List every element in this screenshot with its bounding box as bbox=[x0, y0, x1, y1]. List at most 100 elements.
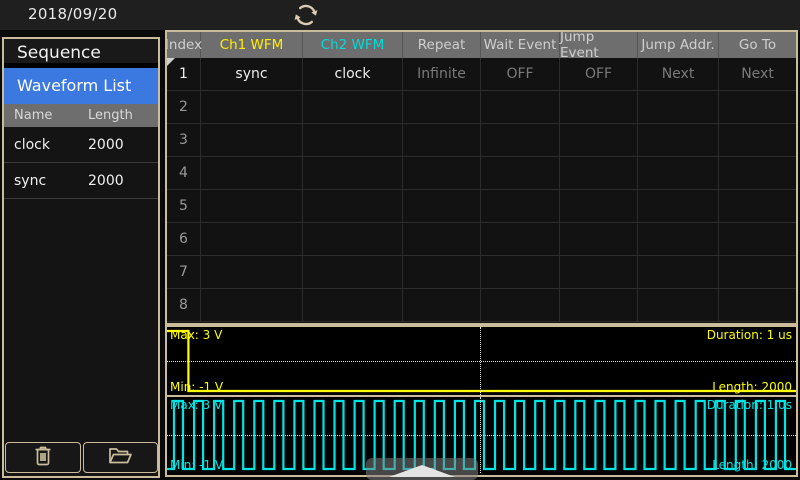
drawer-handle[interactable] bbox=[366, 458, 478, 480]
cell[interactable] bbox=[560, 91, 638, 123]
cell[interactable] bbox=[719, 124, 796, 156]
sequence-table-body: 1syncclockInfiniteOFFOFFNextNext2345678 bbox=[167, 58, 796, 322]
cell[interactable]: 8 bbox=[167, 289, 201, 321]
column-name: Name bbox=[4, 108, 88, 123]
waveform-list: clock2000sync2000 bbox=[4, 127, 158, 199]
cell[interactable] bbox=[403, 157, 481, 189]
sidebar-item-waveform-list[interactable]: Waveform List bbox=[4, 68, 158, 104]
cell[interactable] bbox=[403, 223, 481, 255]
waveform-preview: Max: 3 V Duration: 1 us Min: -1 V Length… bbox=[165, 325, 798, 477]
trash-icon bbox=[31, 444, 55, 471]
cell[interactable] bbox=[201, 124, 303, 156]
cell[interactable] bbox=[560, 157, 638, 189]
cell[interactable] bbox=[303, 289, 403, 321]
cell[interactable] bbox=[638, 256, 719, 288]
sequence-row-2[interactable]: 2 bbox=[167, 91, 796, 124]
ch2-preview-pane: Max: 3 V Duration: 1 us Min: -1 V Length… bbox=[167, 397, 796, 473]
cell[interactable] bbox=[481, 190, 560, 222]
cell[interactable] bbox=[719, 190, 796, 222]
waveform-name: sync bbox=[4, 173, 88, 189]
cell[interactable] bbox=[201, 91, 303, 123]
cell[interactable] bbox=[201, 157, 303, 189]
top-bar: 2018/09/20 bbox=[0, 0, 800, 30]
ch1-max-label: Max: 3 V bbox=[170, 328, 222, 342]
cell[interactable]: Next bbox=[719, 58, 796, 90]
sequence-table: IndexCh1 WFMCh2 WFMRepeatWait EventJump … bbox=[165, 30, 798, 325]
cell[interactable]: sync bbox=[201, 58, 303, 90]
cell[interactable] bbox=[403, 91, 481, 123]
sequence-row-5[interactable]: 5 bbox=[167, 190, 796, 223]
cell[interactable] bbox=[303, 190, 403, 222]
ch2-max-label: Max: 3 V bbox=[170, 398, 222, 412]
cell[interactable]: clock bbox=[303, 58, 403, 90]
waveform-list-item-clock[interactable]: clock2000 bbox=[4, 127, 158, 163]
cell[interactable]: 4 bbox=[167, 157, 201, 189]
cell[interactable]: 2 bbox=[167, 91, 201, 123]
cell[interactable] bbox=[638, 91, 719, 123]
cell[interactable] bbox=[638, 190, 719, 222]
cell[interactable] bbox=[201, 256, 303, 288]
cell[interactable] bbox=[481, 256, 560, 288]
cell[interactable] bbox=[303, 256, 403, 288]
cell[interactable]: OFF bbox=[481, 58, 560, 90]
cell[interactable]: 6 bbox=[167, 223, 201, 255]
ch1-preview-pane: Max: 3 V Duration: 1 us Min: -1 V Length… bbox=[167, 327, 796, 397]
column-header-index: Index bbox=[167, 32, 201, 58]
cell[interactable]: OFF bbox=[560, 58, 638, 90]
cell[interactable] bbox=[201, 289, 303, 321]
cell[interactable] bbox=[403, 256, 481, 288]
sequence-row-4[interactable]: 4 bbox=[167, 157, 796, 190]
cell[interactable] bbox=[719, 91, 796, 123]
delete-waveform-button[interactable] bbox=[5, 442, 81, 473]
waveform-length: 2000 bbox=[88, 137, 124, 153]
cell[interactable] bbox=[638, 157, 719, 189]
open-file-button[interactable] bbox=[83, 442, 159, 473]
cell[interactable] bbox=[560, 223, 638, 255]
sequence-row-7[interactable]: 7 bbox=[167, 256, 796, 289]
cell[interactable] bbox=[303, 223, 403, 255]
sequence-row-6[interactable]: 6 bbox=[167, 223, 796, 256]
cell[interactable]: 1 bbox=[167, 58, 201, 90]
cell[interactable]: 7 bbox=[167, 256, 201, 288]
cell[interactable] bbox=[201, 223, 303, 255]
cell[interactable] bbox=[303, 157, 403, 189]
cell[interactable]: 5 bbox=[167, 190, 201, 222]
cell[interactable] bbox=[481, 223, 560, 255]
center-horizontal-gridline bbox=[167, 435, 796, 436]
cell[interactable] bbox=[638, 289, 719, 321]
cell[interactable] bbox=[560, 256, 638, 288]
cell[interactable] bbox=[403, 190, 481, 222]
refresh-button[interactable] bbox=[291, 1, 321, 29]
cell[interactable] bbox=[481, 124, 560, 156]
cell[interactable] bbox=[481, 91, 560, 123]
sequence-table-header: IndexCh1 WFMCh2 WFMRepeatWait EventJump … bbox=[167, 32, 796, 58]
cell[interactable] bbox=[719, 256, 796, 288]
cell[interactable] bbox=[403, 289, 481, 321]
cell[interactable]: Next bbox=[638, 58, 719, 90]
cell[interactable] bbox=[303, 124, 403, 156]
waveform-list-item-sync[interactable]: sync2000 bbox=[4, 163, 158, 199]
cell[interactable] bbox=[719, 223, 796, 255]
sequence-row-8[interactable]: 8 bbox=[167, 289, 796, 322]
cell[interactable] bbox=[560, 289, 638, 321]
cell[interactable] bbox=[638, 124, 719, 156]
cell[interactable] bbox=[201, 190, 303, 222]
cell[interactable] bbox=[560, 124, 638, 156]
column-header-jump-event: Jump Event bbox=[560, 32, 638, 58]
sequence-row-1[interactable]: 1syncclockInfiniteOFFOFFNextNext bbox=[167, 58, 796, 91]
cell[interactable] bbox=[719, 157, 796, 189]
cell[interactable]: Infinite bbox=[403, 58, 481, 90]
cell[interactable]: 3 bbox=[167, 124, 201, 156]
cell[interactable] bbox=[481, 157, 560, 189]
center-vertical-gridline bbox=[480, 397, 481, 473]
sequence-row-3[interactable]: 3 bbox=[167, 124, 796, 157]
cell[interactable] bbox=[638, 223, 719, 255]
cell[interactable] bbox=[560, 190, 638, 222]
cell[interactable] bbox=[303, 91, 403, 123]
cell[interactable] bbox=[481, 289, 560, 321]
waveform-list-header: Name Length bbox=[4, 104, 158, 127]
ch1-length-label: Length: 2000 bbox=[712, 380, 792, 394]
ch1-min-label: Min: -1 V bbox=[170, 380, 223, 394]
cell[interactable] bbox=[719, 289, 796, 321]
cell[interactable] bbox=[403, 124, 481, 156]
